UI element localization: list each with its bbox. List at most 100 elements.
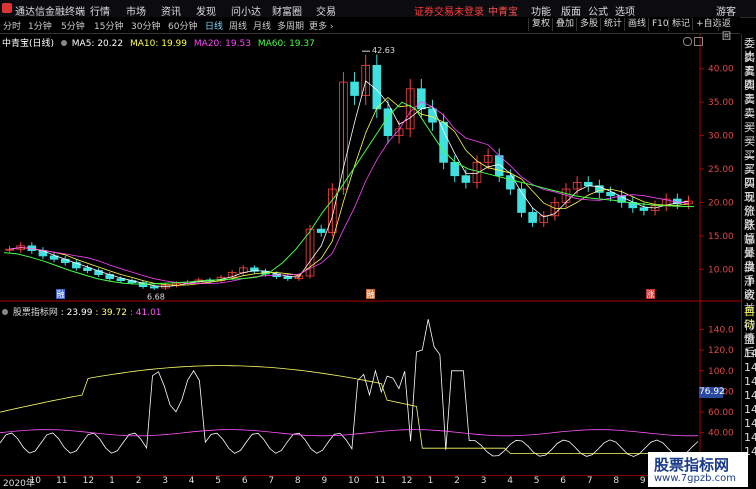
x-tick-label: 12 (401, 476, 413, 486)
candle (494, 155, 504, 177)
period-tab-intraday[interactable]: 分时 (3, 19, 21, 32)
x-tick-label: 7 (268, 476, 275, 486)
period-tab-monthly[interactable]: 月线 (253, 19, 271, 32)
x-tick-label: 11 (56, 476, 68, 486)
period-tab-5min[interactable]: 5分钟 (61, 19, 85, 32)
watermark-title: 股票指标网 (654, 456, 730, 474)
x-tick-label: 6 (560, 476, 567, 486)
x-tick-label: 10 (29, 476, 41, 486)
indicator-value-3: : 41.01 (129, 308, 162, 318)
indicator-value-1: : 23.99 (60, 308, 93, 318)
chart-canvas[interactable]: 40.00 35.00 30.00 25.00 20.00 15.00 10.00 42.63… (0, 34, 741, 475)
period-tab-30min[interactable]: 30分钟 (131, 19, 160, 32)
x-tick-label: 5 (215, 476, 222, 486)
menu-formula[interactable]: 公式 (588, 3, 608, 18)
event-marker-label: 融 (367, 289, 375, 299)
x-tick-label: 2 (454, 476, 460, 486)
main-chart-title: 中青宝(日线) (2, 39, 55, 49)
ma20-label: MA20: 19.53 (193, 39, 251, 49)
tick-time: 14:56 (744, 431, 756, 444)
menu-function[interactable]: 功能 (531, 3, 551, 18)
candle (439, 121, 448, 163)
period-tab-1min[interactable]: 1分钟 (28, 19, 52, 32)
tick-time: 14:56 (744, 389, 756, 402)
period-tab-more[interactable]: 更多 › (309, 19, 333, 32)
mark-button[interactable]: 标记 (668, 18, 693, 31)
x-tick-label: 11 (374, 476, 386, 486)
main-chart-header: 中青宝(日线) MA5: 20.22 MA10: 19.99 MA20: 19.… (2, 36, 319, 49)
tick-time: 14:56 (744, 403, 756, 416)
high-price-label: 42.63 (372, 46, 395, 55)
candle (428, 108, 437, 123)
menu-layout[interactable]: 版面 (561, 3, 581, 18)
app-logo-icon (2, 3, 12, 13)
login-notice[interactable]: 证券交易未登录 (414, 3, 484, 18)
menu-options[interactable]: 选项 (615, 3, 635, 18)
ma10-line (9, 96, 689, 286)
x-tick-label: 8 (613, 476, 620, 486)
candle (383, 108, 393, 136)
draw-button[interactable]: 画线 (624, 18, 649, 31)
menu-discover[interactable]: 发现 (196, 3, 216, 18)
menu-news[interactable]: 资讯 (161, 3, 181, 18)
back-button[interactable]: 返回 (718, 18, 740, 42)
x-tick-label: 7 (586, 476, 593, 486)
watermark-url: www.7gpzb.com (654, 473, 736, 484)
period-tab-60min[interactable]: 60分钟 (168, 19, 197, 32)
menu-wealth-circle[interactable]: 财富圈 (272, 3, 302, 18)
indicator-dot-icon (2, 309, 8, 315)
candle (417, 88, 426, 110)
period-tab-multi[interactable]: 多周期 (277, 19, 304, 32)
candle (528, 212, 537, 223)
x-tick-label: 6 (241, 476, 248, 486)
y-tick-label: 15.00 (708, 232, 734, 242)
x-axis: 2020年1011121234567891011121234567891011 (0, 475, 740, 489)
indicator-title: 股票指标网 (12, 308, 58, 318)
menu-quotes[interactable]: 行情 (90, 3, 110, 18)
title-bar: 通达信金融终端 行情 市场 资讯 发现 问小达 财富圈 交易 证券交易未登录 中… (0, 0, 756, 18)
event-marker-label: 涨 (647, 289, 655, 299)
y-tick-label: 10.00 (708, 265, 734, 275)
indicator-line-2 (0, 365, 698, 454)
adjust-button[interactable]: 复权 (528, 18, 553, 31)
ma10-label: MA10: 19.99 (129, 39, 188, 49)
y-tick-label: 20.00 (708, 198, 734, 208)
period-tab-daily[interactable]: 日线 (205, 19, 223, 32)
menu-wenxiaoda[interactable]: 问小达 (231, 3, 261, 18)
guest-label[interactable]: 游客 (716, 3, 736, 18)
x-tick-label: 10 (348, 476, 360, 486)
ma5-label: MA5: 20.22 (71, 39, 124, 49)
y-tick-label: 35.00 (708, 98, 734, 108)
x-tick-label: 3 (480, 476, 487, 486)
candle (372, 64, 382, 110)
x-tick-label: 4 (507, 476, 513, 486)
y-tick-label: 40.00 (708, 65, 734, 75)
tick-time: 14:56 (744, 417, 756, 430)
low-price-label: 6.68 (147, 292, 165, 301)
period-toolbar: 分时 1分钟 5分钟 15分钟 30分钟 60分钟 日线 周线 月线 多周期 更… (0, 17, 740, 42)
maximize-icon[interactable] (694, 37, 703, 46)
x-tick-label: 2 (135, 476, 142, 486)
multi-stock-button[interactable]: 多股 (576, 18, 601, 31)
indicator-header: 股票指标网 : 23.99 : 39.72 : 41.01 (2, 305, 162, 318)
menu-market[interactable]: 市场 (126, 3, 146, 18)
menu-trade[interactable]: 交易 (316, 3, 336, 18)
tick-time: 14:56 (744, 361, 756, 374)
x-tick-label: 4 (188, 476, 195, 486)
indicator-value-2: : 39.72 (95, 308, 127, 318)
candle (149, 286, 159, 289)
tick-time: 14:56 (744, 375, 756, 388)
period-tab-15min[interactable]: 15分钟 (94, 19, 123, 32)
current-value-tag: 76.92 (699, 387, 725, 398)
period-tab-weekly[interactable]: 周线 (229, 19, 247, 32)
x-tick-label: 9 (321, 476, 328, 486)
x-tick-label: 3 (162, 476, 168, 486)
settings-gear-icon[interactable] (683, 37, 692, 46)
stats-button[interactable]: 统计 (600, 18, 625, 31)
ma60-label: MA60: 19.37 (257, 39, 315, 49)
event-marker-label: 融 (57, 289, 65, 299)
ma60-line (3, 101, 695, 285)
candle (60, 258, 70, 263)
overlay-button[interactable]: 叠加 (552, 18, 577, 31)
tick-time: 14:56 (744, 347, 756, 360)
